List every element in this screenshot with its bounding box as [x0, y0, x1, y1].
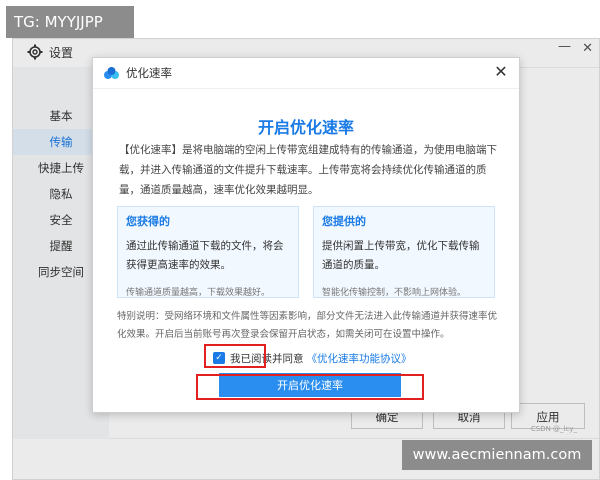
optimize-speed-dialog: 优化速率 ✕ 开启优化速率 【优化速率】是将电脑端的空闲上传带宽组建成特有的传输…	[92, 57, 520, 413]
highlight-box-checkbox	[204, 344, 266, 368]
site-watermark: www.aecmiennam.com	[402, 440, 592, 470]
special-note: 特别说明：受网络环境和文件属性等因素影响，部分文件无法进入此传输通道并获得速率优…	[117, 311, 498, 340]
contribution-card: 您提供的 提供闲置上传带宽，优化下载传输通道的质量。 智能化传输控制，不影响上网…	[313, 206, 495, 298]
benefit-card-note: 传输通道质量越高，下载效果越好。	[126, 288, 271, 298]
benefit-card-body: 通过此传输通道下载的文件，将会获得更高速率的效果。	[126, 240, 284, 271]
contribution-card-title: 您提供的	[322, 215, 366, 228]
dialog-title: 优化速率	[126, 66, 172, 80]
close-icon[interactable]: ✕	[491, 61, 511, 83]
cloud-logo-icon	[104, 67, 119, 79]
watermark-label: TG: MYYJJPP	[6, 6, 134, 38]
contribution-card-body: 提供闲置上传带宽，优化下载传输通道的质量。	[322, 240, 480, 271]
dialog-header: 优化速率 ✕	[93, 58, 519, 89]
contribution-card-note: 智能化传输控制，不影响上网体验。	[322, 288, 467, 298]
highlight-box-button	[196, 374, 424, 400]
dialog-heading: 开启优化速率	[257, 118, 354, 137]
dialog-description: 【优化速率】是将电脑端的空闲上传带宽组建成特有的传输通道，为使用电脑端下载，并进…	[119, 144, 497, 196]
benefit-card: 您获得的 通过此传输通道下载的文件，将会获得更高速率的效果。 传输通道质量越高，…	[117, 206, 299, 298]
agreement-link[interactable]: 《优化速率功能协议》	[307, 351, 412, 366]
benefit-card-title: 您获得的	[126, 215, 170, 228]
